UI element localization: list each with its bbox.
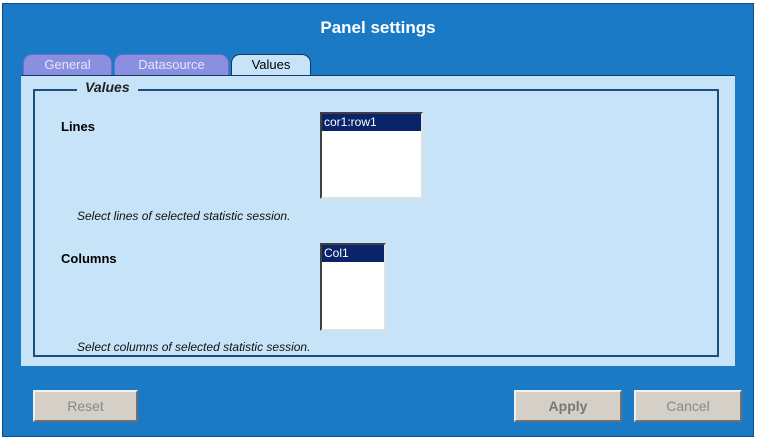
reset-button[interactable]: Reset (33, 390, 138, 422)
panel-settings-dialog: Panel settings General Datasource Values… (2, 3, 754, 437)
dialog-title: Panel settings (320, 18, 436, 37)
lines-listbox[interactable]: cor1:row1 (320, 112, 423, 199)
values-panel: Values Lines cor1:row1 Select lines of s… (21, 75, 735, 366)
columns-listbox[interactable]: Col1 (320, 243, 386, 331)
tab-general[interactable]: General (23, 54, 112, 76)
columns-label: Columns (61, 251, 117, 266)
lines-label: Lines (61, 119, 95, 134)
tab-values[interactable]: Values (231, 54, 311, 77)
tab-datasource[interactable]: Datasource (114, 54, 229, 76)
lines-hint: Select lines of selected statistic sessi… (77, 209, 291, 223)
columns-hint: Select columns of selected statistic ses… (77, 340, 311, 354)
values-legend: Values (77, 79, 138, 95)
columns-option-selected[interactable]: Col1 (322, 245, 384, 262)
cancel-button[interactable]: Cancel (634, 390, 742, 422)
lines-option-selected[interactable]: cor1:row1 (322, 114, 421, 131)
apply-button[interactable]: Apply (514, 390, 622, 422)
